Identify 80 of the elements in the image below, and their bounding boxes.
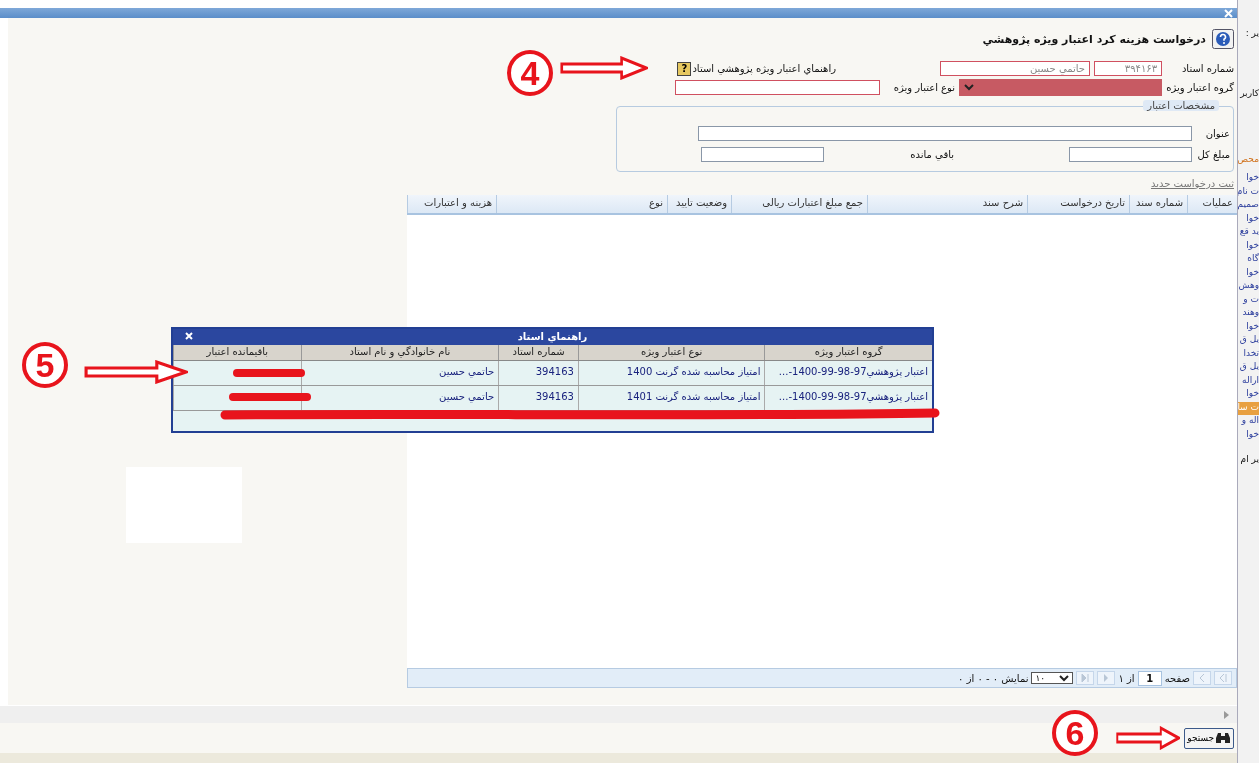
field-label: گروه اعتبار ويژه [1165, 82, 1234, 93]
column-header[interactable]: تاريخ درخواست [1027, 195, 1129, 213]
arrow-icon [1116, 726, 1180, 750]
binoculars-icon [1215, 732, 1231, 744]
search-button[interactable]: جستجو [1184, 727, 1234, 749]
field-label: باقي مانده [909, 149, 954, 160]
menu-link[interactable]: وهش [1238, 280, 1259, 294]
strip-header: محص [1238, 154, 1259, 164]
popup-title: راهنماي استاد [517, 331, 588, 342]
field-label: نوع اعتبار ويژه [892, 82, 955, 93]
menu-link[interactable]: ت نام [1238, 185, 1259, 199]
menu-link[interactable]: اله و [1238, 415, 1259, 429]
arrow-icon [84, 360, 188, 384]
new-request-link[interactable]: ثبت درخواست جديد [1150, 178, 1234, 189]
column-header[interactable]: جمع مبلغ اعتبارات ريالی [731, 195, 867, 213]
column-header[interactable]: نوع [496, 195, 667, 213]
page-size-dropdown[interactable]: ۱۰ [1031, 672, 1074, 684]
arrow-icon [560, 56, 648, 80]
menu-link[interactable]: خوا [1238, 239, 1259, 253]
strip-text: ير ام [1239, 454, 1259, 464]
menu-link[interactable]: خوا [1238, 212, 1259, 226]
menu-link[interactable]: يد قع [1238, 226, 1259, 240]
page-label: صفحه [1164, 672, 1190, 684]
total-amount-field[interactable] [1069, 147, 1192, 162]
page-count: از ۱ [1118, 672, 1135, 684]
help-icon[interactable] [1212, 29, 1234, 49]
close-icon[interactable] [185, 332, 193, 340]
column-header[interactable]: وضعيت تاييد [667, 195, 731, 213]
table-cell: اعتبار پژوهشي97-98-99-1400-... [764, 361, 932, 385]
credit-type-field[interactable] [675, 80, 880, 95]
caret-icon [964, 84, 974, 91]
menu-link[interactable]: وهند [1238, 307, 1259, 321]
column-header[interactable]: هزينه و اعتبارات [407, 195, 496, 213]
column-header[interactable]: گروه اعتبار ويژه [764, 345, 932, 360]
guide-button[interactable]: ? [677, 61, 692, 76]
menu-link[interactable]: خوا [1238, 388, 1259, 402]
table-cell: امتياز محاسبه شده گرنت 1400 [577, 361, 765, 385]
menu-link[interactable]: خوا [1238, 320, 1259, 334]
column-header[interactable]: شماره استاد [498, 345, 578, 360]
last-page-icon[interactable] [1076, 671, 1095, 685]
column-header[interactable]: شماره سند [1129, 195, 1187, 213]
table-cell: حاتمي حسين [300, 361, 499, 385]
expand-icon[interactable] [1224, 710, 1229, 719]
field-label: عنوان [1204, 128, 1230, 139]
teacher-number-field[interactable]: ۳۹۴۱۶۳ [1094, 61, 1162, 76]
previous-page-icon[interactable] [1193, 671, 1211, 685]
menu-link[interactable]: ت و [1238, 293, 1259, 307]
menu-link[interactable]: خوا [1238, 266, 1259, 280]
table-cell: 394163 [498, 361, 578, 385]
dialog-title: درخواست هزينه كرد اعتبار ويژه پژوهشي [982, 32, 1206, 46]
column-header[interactable]: نوع اعتبار ويژه [577, 345, 765, 360]
menu-link[interactable]: گاه [1238, 253, 1259, 267]
menu-link[interactable]: خوا [1238, 428, 1259, 442]
strip-text: ير : [1244, 28, 1259, 40]
table-cell: امتياز محاسبه شده گرنت 1401 [577, 386, 765, 410]
menu-link[interactable]: يل ق [1238, 334, 1259, 348]
guide-label: راهنماي اعتبار ويژه پژوهشي استاد [692, 63, 836, 74]
field-label: شماره استاد [1180, 63, 1234, 74]
page-number-field[interactable]: 1 [1137, 670, 1162, 686]
records-summary: نمايش ۰ - ۰ از ۰ [958, 672, 1029, 684]
remaining-field[interactable] [701, 147, 824, 162]
redaction-mark [233, 367, 305, 379]
menu-link[interactable]: اراله [1238, 374, 1259, 388]
table-cell: اعتبار پژوهشي97-98-99-1400-... [764, 386, 932, 410]
panel-legend: مشخصات اعتبار [1143, 100, 1219, 111]
column-header[interactable]: نام خانوادگي و نام استاد [300, 345, 499, 360]
strip-text: كاربر [1239, 88, 1259, 100]
caret-icon [1059, 674, 1070, 682]
column-header[interactable]: شرح سند [867, 195, 1027, 213]
menu-link[interactable]: يل ق [1238, 361, 1259, 375]
menu-link[interactable]: تخدا [1238, 347, 1259, 361]
title-field[interactable] [698, 126, 1192, 141]
table-cell: 394163 [498, 386, 578, 410]
menu-link[interactable]: خوا [1238, 172, 1259, 186]
teacher-name-field[interactable]: حاتمي حسين [940, 61, 1090, 76]
field-label: مبلغ كل [1196, 149, 1230, 160]
next-page-icon[interactable] [1097, 671, 1116, 685]
first-page-icon[interactable] [1214, 671, 1232, 685]
menu-link[interactable]: صميم [1238, 199, 1259, 213]
column-header[interactable]: باقيمانده اعتبار [173, 345, 301, 360]
